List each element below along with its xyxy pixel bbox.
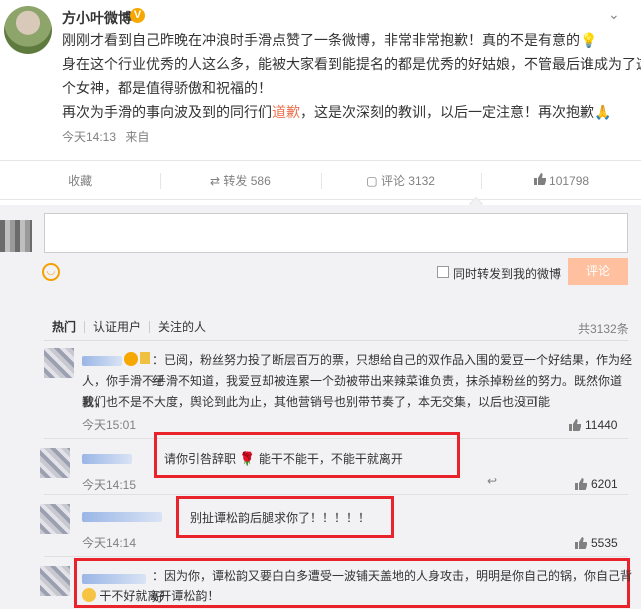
comment-like-button[interactable]: 5535 xyxy=(574,536,618,550)
comment-like-button[interactable]: 11440 xyxy=(568,418,617,432)
apology-link[interactable]: 道歉 xyxy=(272,104,300,120)
repost-checkbox[interactable] xyxy=(437,266,449,278)
comment-text: 别扯谭松韵后腿求你了！！！！！ xyxy=(190,511,371,525)
commenter-name[interactable] xyxy=(82,512,162,522)
author-name[interactable]: 方小叶微博 xyxy=(62,8,132,28)
reply-icon[interactable] xyxy=(524,396,537,407)
post-line: 身在这个行业优秀的人这么多，能被大家看到能提名的都是优秀的好姑娘，不管最后谁成为… xyxy=(62,56,641,72)
repost-button[interactable]: ⇄ 转发 586 xyxy=(160,161,320,199)
emoji-picker-icon[interactable]: ◡ xyxy=(42,263,60,281)
bulb-emoji-icon: 💡 xyxy=(580,32,598,48)
comment-text: 干不好就离开谭松韵！ xyxy=(82,586,219,607)
pray-emoji-icon: 🙏 xyxy=(594,104,612,120)
post-line: 再次为手滑的事向波及到的同行们道歉，这是次深刻的教训，以后一定注意！再次抱歉🙏 xyxy=(62,104,612,120)
comment-text: 请你引咎辞职 🌹 能干不能干，不能干就离开 xyxy=(164,451,403,466)
divider xyxy=(44,556,628,557)
comment-icon: ▢ xyxy=(366,174,381,188)
repost-checkbox-label: 同时转发到我的微博 xyxy=(453,267,562,281)
commenter-avatar[interactable] xyxy=(40,504,70,534)
comment-time: 今天14:15 xyxy=(82,478,137,492)
comment-time: 今天15:01 xyxy=(82,418,137,432)
member-icon xyxy=(140,352,150,364)
tab-hot[interactable]: 热门 xyxy=(44,318,84,335)
commenter-name[interactable] xyxy=(82,356,122,366)
post-meta: 今天14:13 来自 xyxy=(62,128,149,145)
post-time[interactable]: 今天14:13 xyxy=(62,130,116,144)
divider xyxy=(44,340,628,341)
divider xyxy=(44,494,628,495)
comment-button[interactable]: ▢ 评论 3132 xyxy=(320,161,483,212)
verified-badge-icon xyxy=(124,352,138,366)
tab-following[interactable]: 关注的人 xyxy=(150,318,214,335)
comment-text: 我们也不是不大度，舆论到此为止，其他营销号也别带节奏了，本无交集，以后也没可能 xyxy=(82,395,551,409)
post-source: 来自 xyxy=(125,130,150,144)
comment-input[interactable] xyxy=(44,213,628,253)
commenter-avatar[interactable] xyxy=(44,348,74,378)
post-line: 刚刚才看到自己昨晚在冲浪时手滑点赞了一条微博，非常非常抱歉！真的不是有意的💡 xyxy=(62,32,598,48)
repost-icon: ⇄ xyxy=(210,174,224,188)
tab-verified[interactable]: 认证用户 xyxy=(85,318,149,335)
chevron-down-icon[interactable]: ⌄ xyxy=(608,6,620,23)
smile-emoji-icon xyxy=(82,588,96,602)
comment-text: ：因为你，谭松韵又要白白多遭受一波铺天盖地的人身攻击，明明是你自己的锅，你自己背… xyxy=(152,569,633,604)
thumbs-up-icon xyxy=(575,478,587,490)
commenter-avatar[interactable] xyxy=(40,448,70,478)
current-user-avatar xyxy=(0,220,32,252)
thumbs-up-icon xyxy=(533,173,546,185)
commenter-name[interactable] xyxy=(82,454,132,464)
like-button[interactable]: 101798 xyxy=(480,161,641,199)
comment-time: 今天14:14 xyxy=(82,536,137,550)
verified-badge-icon: V xyxy=(130,8,145,23)
commenter-avatar[interactable] xyxy=(40,566,70,596)
author-avatar[interactable] xyxy=(4,6,52,54)
comment-actions: ↩ xyxy=(480,474,504,488)
action-bar: 收藏 ⇄ 转发 586 ▢ 评论 3132 101798 xyxy=(0,160,641,212)
favorite-button[interactable]: 收藏 xyxy=(0,161,160,199)
post-line: 个女神，都是值得骄傲和祝福的！ xyxy=(62,80,272,96)
submit-comment-button[interactable]: 评论 xyxy=(568,258,628,285)
rose-emoji-icon: 🌹 xyxy=(239,451,256,466)
thumbs-up-icon xyxy=(575,537,587,549)
thumbs-up-icon xyxy=(569,419,581,431)
reply-icon[interactable]: ↩ xyxy=(480,474,504,488)
comment-like-button[interactable]: 6201 xyxy=(574,477,618,491)
comment-count: 共3132条 xyxy=(578,322,629,336)
commenter-name[interactable] xyxy=(82,574,146,584)
comment-tabs: 热门 认证用户 关注的人 xyxy=(44,318,214,335)
